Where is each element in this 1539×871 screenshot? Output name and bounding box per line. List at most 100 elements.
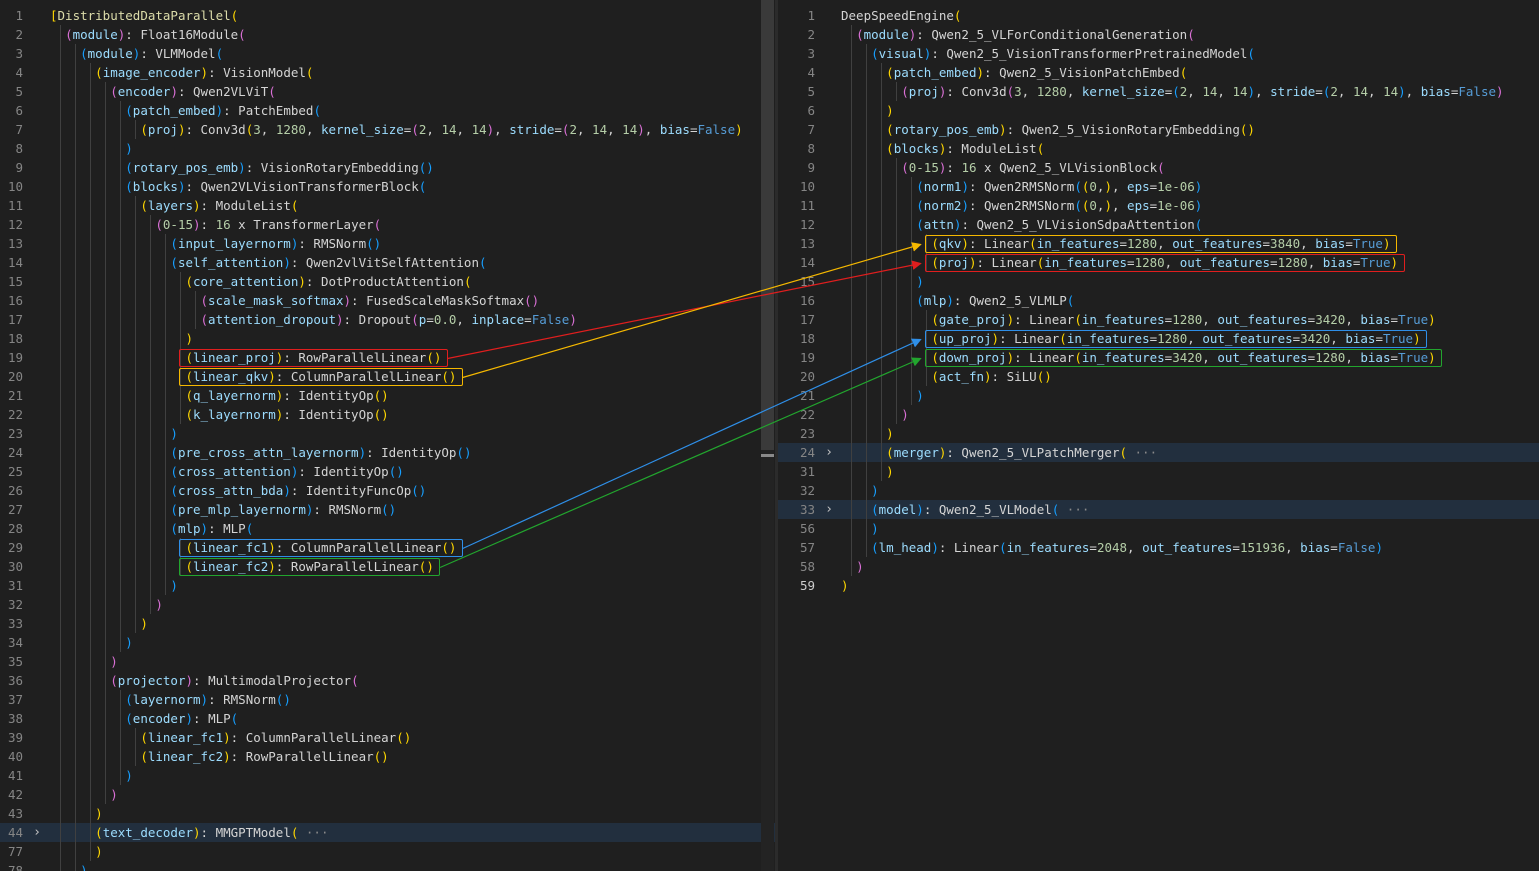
code-line[interactable]: 28 (mlp): MLP( — [0, 519, 775, 538]
code-line[interactable]: 7 (rotary_pos_emb): Qwen2_5_VisionRotary… — [778, 120, 1539, 139]
code-line[interactable]: 26 (cross_attn_bda): IdentityFuncOp() — [0, 481, 775, 500]
code-line[interactable]: 1 DeepSpeedEngine( — [778, 6, 1539, 25]
line-number: 17 — [7, 312, 23, 327]
code-line[interactable]: 9 (0-15): 16 x Qwen2_5_VLVisionBlock( — [778, 158, 1539, 177]
code-line[interactable]: 23 ) — [778, 424, 1539, 443]
code-line[interactable]: 21 ) — [778, 386, 1539, 405]
code-text: ) — [125, 635, 133, 650]
code-line[interactable]: 16 (scale_mask_softmax): FusedScaleMaskS… — [0, 291, 775, 310]
chevron-right-icon[interactable]: › — [30, 823, 44, 842]
code-line[interactable]: 44 › (text_decoder): MMGPTModel( ··· — [0, 823, 775, 842]
code-line[interactable]: 59) — [778, 576, 1539, 595]
code-line[interactable]: 2 (module): Qwen2_5_VLForConditionalGene… — [778, 25, 1539, 44]
left-editor-pane[interactable]: 1 [DistributedDataParallel(2 (module): Fl… — [0, 0, 775, 871]
code-line[interactable]: 21 (q_layernorm): IdentityOp() — [0, 386, 775, 405]
code-line[interactable]: 40 (linear_fc2): RowParallelLinear() — [0, 747, 775, 766]
code-line[interactable]: 37 (layernorm): RMSNorm() — [0, 690, 775, 709]
line-number: 16 — [7, 293, 23, 308]
code-line[interactable]: 4 (image_encoder): VisionModel( — [0, 63, 775, 82]
line-number: 16 — [799, 293, 815, 308]
left-scroll-thumb[interactable] — [761, 0, 774, 450]
code-line[interactable]: 58 ) — [778, 557, 1539, 576]
code-line[interactable]: 12 (0-15): 16 x TransformerLayer( — [0, 215, 775, 234]
code-line[interactable]: 31 ) — [0, 576, 775, 595]
code-line[interactable]: 22 (k_layernorm): IdentityOp() — [0, 405, 775, 424]
code-line[interactable]: 23 ) — [0, 424, 775, 443]
code-line[interactable]: 7 (proj): Conv3d(3, 1280, kernel_size=(2… — [0, 120, 775, 139]
code-line[interactable]: 16 (mlp): Qwen2_5_VLMLP( — [778, 291, 1539, 310]
code-line[interactable]: 33 › (model): Qwen2_5_VLModel( ··· — [778, 500, 1539, 519]
code-line[interactable]: 43 ) — [0, 804, 775, 823]
code-line[interactable]: 1 [DistributedDataParallel( — [0, 6, 775, 25]
code-line[interactable]: 32 ) — [0, 595, 775, 614]
code-line[interactable]: 6 ) — [778, 101, 1539, 120]
code-line[interactable]: 38 (encoder): MLP( — [0, 709, 775, 728]
code-text: (attention_dropout): Dropout(p=0.0, inpl… — [200, 312, 577, 327]
line-number: 23 — [7, 426, 23, 441]
code-text: (text_decoder): MMGPTModel( ··· — [95, 825, 329, 840]
code-text: ) — [856, 559, 864, 574]
line-number: 6 — [15, 103, 23, 118]
code-line[interactable]: 3 (module): VLMModel( — [0, 44, 775, 63]
annotation-box-red — [924, 254, 1405, 272]
code-line[interactable]: 3 (visual): Qwen2_5_VisionTransformerPre… — [778, 44, 1539, 63]
code-line[interactable]: 34 ) — [0, 633, 775, 652]
line-number: 38 — [7, 711, 23, 726]
code-line[interactable]: 18 ) — [0, 329, 775, 348]
left-editor-scrollbar[interactable] — [761, 0, 774, 871]
code-line[interactable]: 10 (norm1): Qwen2RMSNorm((0,), eps=1e-06… — [778, 177, 1539, 196]
code-line[interactable]: 77 ) — [0, 842, 775, 861]
code-line[interactable]: 9 (rotary_pos_emb): VisionRotaryEmbeddin… — [0, 158, 775, 177]
code-line[interactable]: 13 (input_layernorm): RMSNorm() — [0, 234, 775, 253]
code-line[interactable]: 31 ) — [778, 462, 1539, 481]
code-line[interactable]: 5 (encoder): Qwen2VLViT( — [0, 82, 775, 101]
code-line[interactable]: 15 (core_attention): DotProductAttention… — [0, 272, 775, 291]
code-line[interactable]: 14 (self_attention): Qwen2vlVitSelfAtten… — [0, 253, 775, 272]
code-line[interactable]: 25 (cross_attention): IdentityOp() — [0, 462, 775, 481]
code-line[interactable]: 12 (attn): Qwen2_5_VLVisionSdpaAttention… — [778, 215, 1539, 234]
code-line[interactable]: 17 (gate_proj): Linear(in_features=1280,… — [778, 310, 1539, 329]
line-number: 10 — [7, 179, 23, 194]
code-line[interactable]: 56 ) — [778, 519, 1539, 538]
code-line[interactable]: 6 (patch_embed): PatchEmbed( — [0, 101, 775, 120]
code-line[interactable]: 24 › (merger): Qwen2_5_VLPatchMerger( ··· — [778, 443, 1539, 462]
code-text: ) — [916, 388, 924, 403]
line-number: 30 — [7, 559, 23, 574]
chevron-right-icon[interactable]: › — [822, 443, 836, 462]
code-text: ) — [871, 521, 879, 536]
code-text: ) — [125, 768, 133, 783]
code-line[interactable]: 27 (pre_mlp_layernorm): RMSNorm() — [0, 500, 775, 519]
code-line[interactable]: 15 ) — [778, 272, 1539, 291]
code-line[interactable]: 35 ) — [0, 652, 775, 671]
code-line[interactable]: 8 ) — [0, 139, 775, 158]
code-line[interactable]: 41 ) — [0, 766, 775, 785]
code-text: (linear_fc2): RowParallelLinear() — [140, 749, 389, 764]
left-scroll-position-marker — [761, 454, 774, 457]
code-line[interactable]: 39 (linear_fc1): ColumnParallelLinear() — [0, 728, 775, 747]
code-line[interactable]: 5 (proj): Conv3d(3, 1280, kernel_size=(2… — [778, 82, 1539, 101]
code-line[interactable]: 2 (module): Float16Module( — [0, 25, 775, 44]
code-line[interactable]: 36 (projector): MultimodalProjector( — [0, 671, 775, 690]
code-line[interactable]: 11 (layers): ModuleList( — [0, 196, 775, 215]
code-line[interactable]: 22 ) — [778, 405, 1539, 424]
code-text: (rotary_pos_emb): Qwen2_5_VisionRotaryEm… — [886, 122, 1255, 137]
code-line[interactable]: 33 ) — [0, 614, 775, 633]
code-line[interactable]: 57 (lm_head): Linear(in_features=2048, o… — [778, 538, 1539, 557]
code-line[interactable]: 4 (patch_embed): Qwen2_5_VisionPatchEmbe… — [778, 63, 1539, 82]
right-editor-pane[interactable]: 1 DeepSpeedEngine(2 (module): Qwen2_5_VLF… — [778, 0, 1539, 871]
code-line[interactable]: 24 (pre_cross_attn_layernorm): IdentityO… — [0, 443, 775, 462]
code-line[interactable]: 20 (act_fn): SiLU() — [778, 367, 1539, 386]
code-line[interactable]: 11 (norm2): Qwen2RMSNorm((0,), eps=1e-06… — [778, 196, 1539, 215]
code-line[interactable]: 78 ) — [0, 861, 775, 871]
code-text: (merger): Qwen2_5_VLPatchMerger( ··· — [886, 445, 1158, 460]
code-line[interactable]: 8 (blocks): ModuleList( — [778, 139, 1539, 158]
code-text: ) — [140, 616, 148, 631]
code-line[interactable]: 10 (blocks): Qwen2VLVisionTransformerBlo… — [0, 177, 775, 196]
code-line[interactable]: 32 ) — [778, 481, 1539, 500]
code-line[interactable]: 17 (attention_dropout): Dropout(p=0.0, i… — [0, 310, 775, 329]
line-number: 22 — [799, 407, 815, 422]
code-text: (patch_embed): Qwen2_5_VisionPatchEmbed( — [886, 65, 1188, 80]
code-line[interactable]: 42 ) — [0, 785, 775, 804]
code-text: (model): Qwen2_5_VLModel( ··· — [871, 502, 1090, 517]
chevron-right-icon[interactable]: › — [822, 500, 836, 519]
